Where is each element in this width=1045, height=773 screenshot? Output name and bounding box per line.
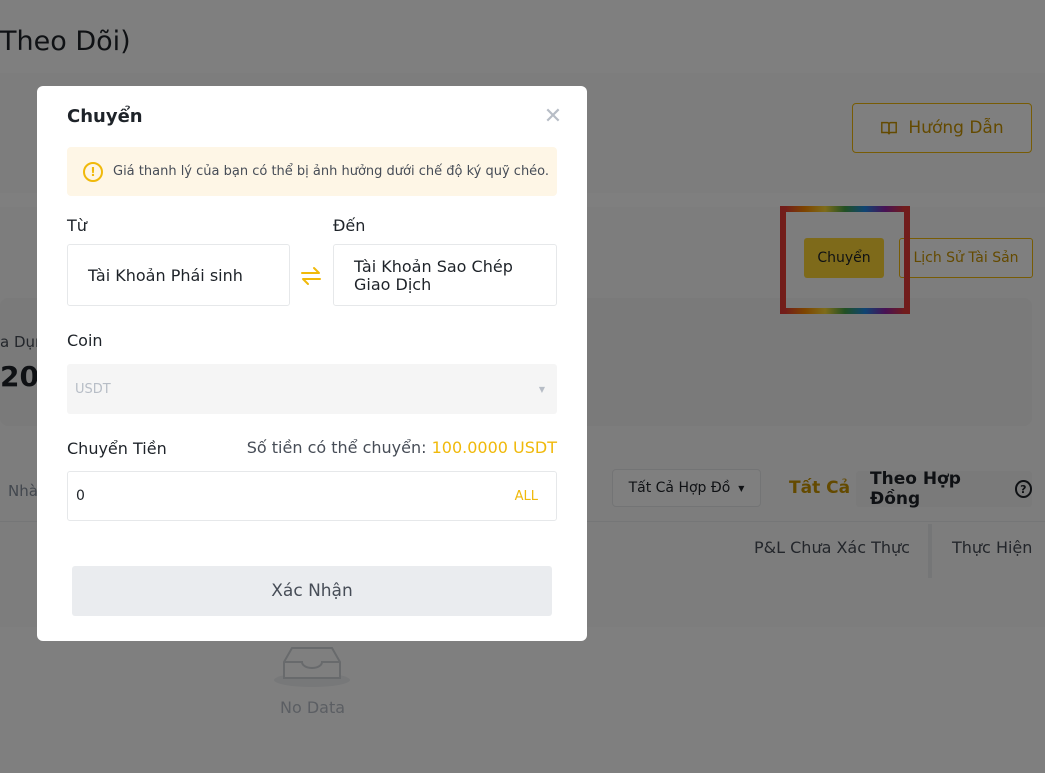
available-value: 100.0000 USDT (431, 438, 557, 457)
dropdown-caret-icon: ▼ (538, 384, 545, 394)
warning-text: Giá thanh lý của bạn có thể bị ảnh hưởng… (113, 164, 550, 179)
close-icon[interactable]: ✕ (542, 106, 564, 128)
from-label: Từ (67, 216, 87, 235)
to-account-select[interactable]: Tài Khoản Sao Chép Giao Dịch (333, 244, 557, 306)
amount-input[interactable] (76, 488, 376, 504)
from-account-select[interactable]: Tài Khoản Phái sinh (67, 244, 290, 306)
coin-select[interactable]: USDT ▼ (67, 364, 557, 414)
amount-label: Chuyển Tiền (67, 439, 167, 458)
coin-label: Coin (67, 331, 103, 350)
available-label: Số tiền có thể chuyển: (246, 438, 427, 457)
modal-title: Chuyển (67, 106, 143, 127)
coin-value: USDT (75, 381, 111, 397)
swap-arrows-icon[interactable] (299, 264, 323, 288)
all-button[interactable]: ALL (515, 489, 538, 504)
amount-field[interactable]: ALL (67, 471, 557, 521)
to-label: Đến (333, 216, 366, 235)
confirm-button[interactable]: Xác Nhận (72, 566, 552, 616)
from-account-value: Tài Khoản Phái sinh (88, 265, 243, 285)
to-account-value: Tài Khoản Sao Chép Giao Dịch (354, 257, 513, 294)
available-amount: Số tiền có thể chuyển: 100.0000 USDT (247, 438, 557, 457)
warning-icon: ! (83, 161, 103, 182)
transfer-modal: Chuyển ✕ ! Giá thanh lý của bạn có thể b… (37, 86, 587, 641)
warning-banner: ! Giá thanh lý của bạn có thể bị ảnh hưở… (67, 147, 557, 196)
